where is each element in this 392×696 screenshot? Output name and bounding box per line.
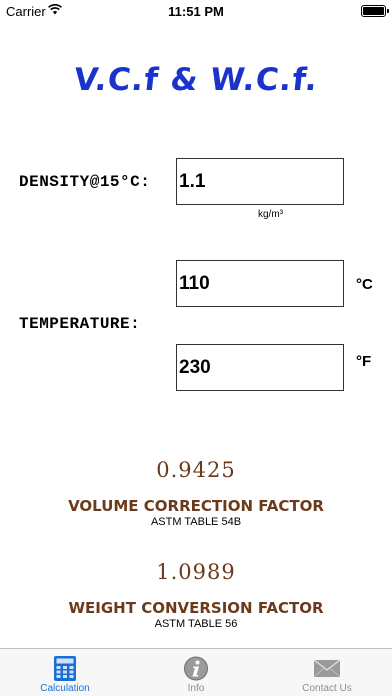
density-unit: kg/m³ — [258, 209, 283, 220]
wcf-value: 1.0989 — [156, 560, 236, 584]
wcf-table: ASTM TABLE 56 — [154, 618, 238, 630]
vcf-value: 0.9425 — [156, 458, 236, 482]
battery-icon — [361, 5, 389, 17]
vcf-label: VOLUME CORRECTION FACTOR — [68, 497, 324, 515]
tab-contact-us[interactable]: Contact Us — [262, 649, 392, 696]
wcf-label: WEIGHT CONVERSION FACTOR — [68, 599, 324, 617]
celsius-unit: °C — [356, 276, 373, 293]
fahrenheit-input[interactable]: 230 — [176, 344, 344, 391]
temperature-label: TEMPERATURE: — [19, 315, 141, 333]
tab-info[interactable]: Info — [131, 649, 261, 696]
density-input[interactable]: 1.1 — [176, 158, 344, 205]
tab-contact-us-label: Contact Us — [302, 683, 352, 694]
calculator-icon — [54, 656, 76, 681]
tab-calculation[interactable]: Calculation — [0, 649, 130, 696]
tab-calculation-label: Calculation — [40, 683, 90, 694]
app-title: V.C.f & W.C.f. — [72, 62, 320, 98]
tab-bar: Calculation Info Contact Us — [0, 648, 392, 696]
status-bar: Carrier 11:51 PM — [0, 0, 392, 22]
fahrenheit-unit: °F — [356, 353, 372, 370]
vcf-table: ASTM TABLE 54B — [150, 516, 242, 528]
envelope-icon — [314, 659, 340, 678]
clock: 11:51 PM — [168, 4, 224, 19]
tab-info-label: Info — [187, 683, 205, 694]
density-label: DENSITY@15°C: — [19, 173, 151, 191]
info-icon — [184, 656, 208, 681]
celsius-input[interactable]: 110 — [176, 260, 344, 307]
